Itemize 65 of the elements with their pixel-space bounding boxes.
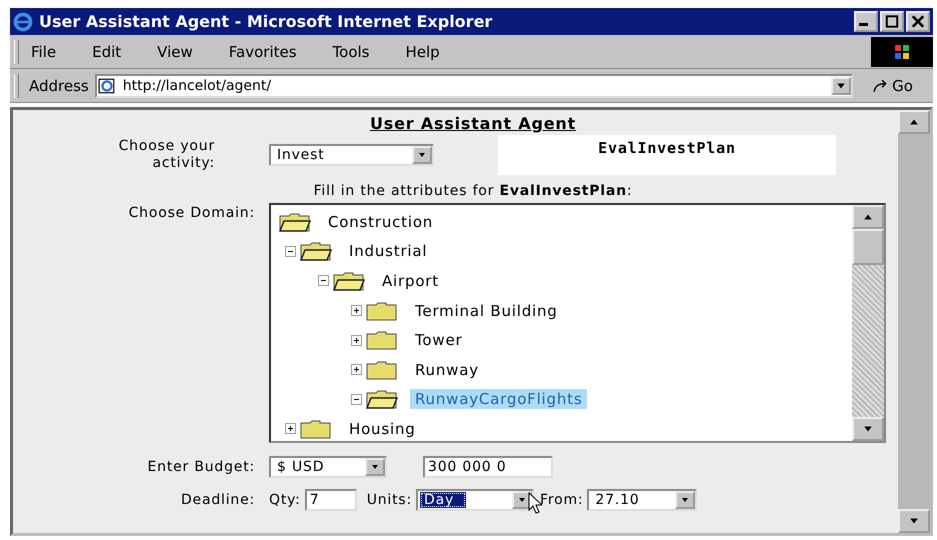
page-heading: User Assistant Agent	[368, 114, 578, 133]
menu-item[interactable]: Help	[406, 42, 440, 60]
instruction-text: Fill in the attributes for EvalInvestPlan:	[312, 182, 634, 201]
close-button[interactable]	[906, 11, 930, 32]
tree-item[interactable]: Industrial	[344, 241, 432, 262]
dropdown-button[interactable]	[831, 76, 851, 94]
open-folder-icon	[333, 270, 365, 291]
page-scrollbar[interactable]	[898, 110, 930, 533]
open-folder-icon	[300, 241, 332, 262]
window-title: User Assistant Agent - Microsoft Internet Explorer	[39, 12, 494, 31]
close-icon	[910, 15, 926, 28]
collapse-icon[interactable]	[351, 394, 362, 405]
mouse-cursor-icon	[528, 492, 542, 514]
activity-select[interactable]: Invest	[269, 144, 434, 166]
tree-item[interactable]: RunwayCargoFlights	[410, 389, 588, 410]
expand-icon[interactable]	[351, 305, 362, 316]
maximize-button[interactable]	[880, 11, 904, 32]
page-icon	[96, 76, 117, 94]
collapse-icon[interactable]	[285, 246, 296, 257]
domain-tree[interactable]: Construction Industrial Airport Terminal Building Tower Runway RunwayCargoFlights Housing	[269, 203, 886, 443]
maximize-icon	[884, 15, 900, 28]
folder-icon	[366, 300, 398, 321]
address-field[interactable]: http://lancelot/agent/	[94, 74, 853, 98]
tree-item[interactable]: Tower	[410, 330, 468, 350]
budget-label: Enter Budget:	[148, 458, 255, 476]
folder-icon	[300, 418, 332, 439]
activity-label: Choose your activity:	[118, 138, 215, 172]
expand-icon[interactable]	[351, 364, 362, 376]
expand-icon[interactable]	[285, 423, 296, 434]
scroll-thumb[interactable]	[852, 229, 884, 265]
deadline-label: Deadline:	[180, 492, 255, 508]
menu-item[interactable]: Edit	[92, 42, 122, 60]
open-folder-icon	[366, 389, 398, 410]
units-select[interactable]: Day	[416, 489, 534, 511]
menu-item[interactable]: File	[31, 42, 56, 60]
collapse-icon[interactable]	[318, 275, 329, 286]
currency-select[interactable]: $ USD	[269, 456, 387, 478]
caret-icon	[835, 80, 847, 90]
go-arrow-icon	[873, 78, 890, 92]
tree-item[interactable]: Construction	[323, 212, 438, 232]
tree-item[interactable]: Terminal Building	[410, 300, 563, 321]
plan-name: EvalInvestPlan	[498, 135, 836, 175]
minimize-button[interactable]	[854, 11, 878, 32]
address-label: Address	[29, 76, 89, 94]
folder-icon	[366, 330, 398, 350]
folder-icon	[366, 360, 398, 380]
qty-label: Qty:	[269, 492, 301, 508]
tree-item[interactable]: Housing	[344, 418, 421, 439]
tree-scrollbar[interactable]	[852, 205, 884, 441]
menu-item[interactable]: Tools	[332, 42, 370, 60]
domain-label: Choose Domain:	[128, 205, 255, 222]
go-button[interactable]: Go	[853, 76, 933, 96]
units-label: Units:	[366, 492, 412, 508]
minimize-icon	[858, 23, 868, 26]
windows-logo	[871, 36, 933, 66]
qty-field[interactable]: 7	[304, 489, 357, 511]
tree-item[interactable]: Runway	[410, 360, 484, 380]
tree-item[interactable]: Airport	[377, 270, 444, 291]
budget-field[interactable]: 300 000 0	[423, 456, 553, 478]
from-select[interactable]: 27.10	[587, 489, 698, 511]
menu-item[interactable]: View	[157, 42, 193, 60]
expand-icon[interactable]	[351, 334, 362, 346]
from-label: From:	[540, 492, 584, 508]
menu-item[interactable]: Favorites	[228, 42, 297, 60]
browser-icon	[13, 12, 33, 32]
